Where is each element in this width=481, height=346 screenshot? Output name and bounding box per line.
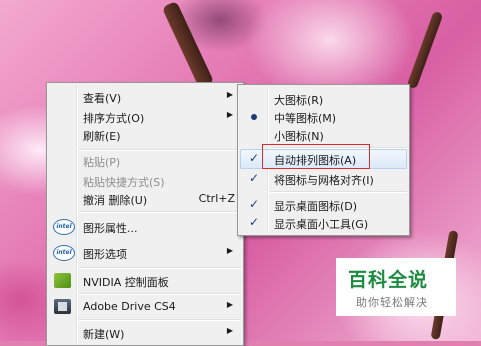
menu-item-label: 粘贴快捷方式(S) — [83, 176, 165, 189]
menu-item-label: 大图标(R) — [274, 94, 324, 107]
menu-item-adobe-drive[interactable]: Adobe Drive CS4 ▶ — [49, 297, 241, 317]
menu-item-label: 显示桌面小工具(G) — [274, 218, 369, 231]
menu-item-label: 撤消 删除(U) — [83, 194, 148, 207]
menu-item-graphics-options[interactable]: intel 图形选项 ▶ — [49, 243, 241, 263]
submenu-arrow-icon: ▶ — [226, 246, 233, 255]
menu-item-medium-icons[interactable]: 中等图标(M) — [240, 107, 407, 127]
menu-item-nvidia-control-panel[interactable]: NVIDIA 控制面板 — [49, 271, 241, 291]
menu-item-paste: 粘贴(P) — [49, 151, 241, 171]
menu-item-paste-shortcut: 粘贴快捷方式(S) — [49, 171, 241, 191]
intel-icon: intel — [53, 245, 75, 261]
menu-item-refresh[interactable]: 刷新(E) — [49, 125, 241, 145]
menu-item-label: 图形属性... — [83, 222, 138, 235]
shortcut-text: Ctrl+Z — [198, 192, 235, 205]
menu-separator — [79, 267, 241, 269]
checkmark-icon: ✓ — [249, 171, 260, 185]
submenu-arrow-icon: ▶ — [226, 90, 233, 99]
menu-separator — [79, 319, 241, 321]
menu-item-label: 图形选项 — [83, 248, 127, 261]
nvidia-icon — [54, 273, 71, 288]
submenu-arrow-icon: ▶ — [226, 300, 233, 309]
menu-item-large-icons[interactable]: 大图标(R) — [240, 89, 407, 109]
menu-item-label: 小图标(N) — [274, 130, 324, 143]
menu-separator — [79, 293, 241, 295]
menu-item-label: 排序方式(O) — [83, 112, 145, 125]
menu-item-new[interactable]: 新建(W) ▶ — [49, 323, 241, 343]
radio-selected-icon — [251, 114, 257, 120]
menu-item-view[interactable]: 查看(V) ▶ — [49, 87, 241, 107]
checkmark-icon: ✓ — [249, 151, 260, 165]
checkmark-icon: ✓ — [249, 197, 260, 211]
desktop-context-menu: 查看(V) ▶ 排序方式(O) ▶ 刷新(E) 粘贴(P) 粘贴快捷方式(S) … — [46, 82, 244, 346]
menu-item-label: 粘贴(P) — [83, 156, 121, 169]
menu-item-label: 刷新(E) — [83, 130, 121, 143]
annotation-highlight-box — [262, 144, 370, 169]
menu-separator — [270, 191, 407, 193]
menu-item-label: 中等图标(M) — [274, 112, 337, 125]
watermark-logo: 百科全说 助你轻松解决 — [336, 258, 456, 316]
checkmark-icon: ✓ — [249, 215, 260, 229]
menu-item-graphics-properties[interactable]: intel 图形属性... — [49, 217, 241, 237]
menu-item-small-icons[interactable]: 小图标(N) — [240, 125, 407, 145]
watermark-title: 百科全说 — [348, 269, 429, 291]
submenu-arrow-icon: ▶ — [226, 110, 233, 119]
menu-item-label: 新建(W) — [83, 328, 125, 341]
menu-item-align-to-grid[interactable]: ✓ 将图标与网格对齐(I) — [240, 169, 407, 189]
menu-separator — [79, 211, 241, 213]
menu-item-undo-delete[interactable]: 撤消 删除(U) Ctrl+Z — [49, 189, 241, 209]
submenu-arrow-icon: ▶ — [226, 326, 233, 335]
watermark-subtitle: 助你轻松解决 — [356, 296, 428, 309]
adobe-drive-icon — [54, 299, 71, 314]
intel-icon: intel — [53, 219, 75, 235]
menu-item-label: 查看(V) — [83, 92, 122, 105]
menu-item-show-desktop-icons[interactable]: ✓ 显示桌面图标(D) — [240, 195, 407, 215]
menu-item-label: 将图标与网格对齐(I) — [274, 174, 374, 187]
menu-item-label: Adobe Drive CS4 — [83, 300, 176, 313]
menu-item-label: NVIDIA 控制面板 — [83, 276, 169, 289]
menu-item-show-desktop-gadgets[interactable]: ✓ 显示桌面小工具(G) — [240, 213, 407, 233]
menu-item-sort-by[interactable]: 排序方式(O) ▶ — [49, 107, 241, 127]
menu-item-label: 显示桌面图标(D) — [274, 200, 358, 213]
